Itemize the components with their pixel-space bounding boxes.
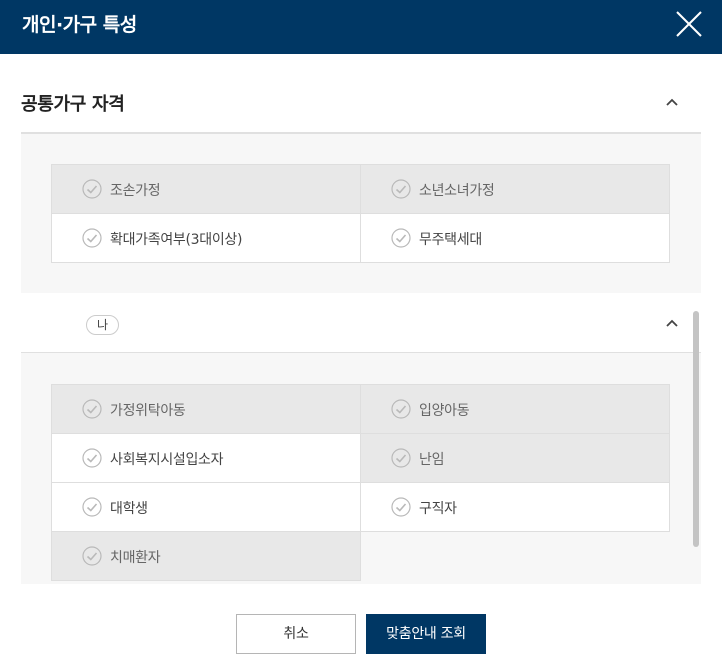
option-item: 치매환자 (52, 532, 361, 581)
option-label: 대학생 (110, 501, 148, 517)
option-item[interactable]: 사회복지시설입소자 (52, 434, 361, 483)
chevron-up-icon[interactable] (663, 93, 681, 111)
option-item: 소년소녀가정 (361, 165, 670, 214)
check-icon (82, 228, 102, 248)
check-icon (82, 546, 102, 566)
section-badge: 나 (86, 315, 120, 335)
option-label: 가정위탁아동 (110, 403, 186, 419)
option-item[interactable]: 구직자 (361, 483, 670, 532)
option-label: 난임 (419, 452, 445, 468)
option-grid: 가정위탁아동 입양아동 사회복지시설입소자 난임 대학생 구직자 치매환자 (51, 384, 670, 581)
option-item: 가정위탁아동 (52, 385, 361, 434)
check-icon (82, 497, 102, 517)
check-icon (391, 399, 411, 419)
search-button[interactable]: 맞춤안내 조회 (366, 614, 486, 654)
option-grid: 조손가정 소년소녀가정 확대가족여부(3대이상) 무주택세대 (51, 164, 670, 263)
section-header-common[interactable]: 공통가구 자격 (21, 54, 701, 132)
check-icon (391, 179, 411, 199)
option-item[interactable]: 대학생 (52, 483, 361, 532)
section-panel-common: 조손가정 소년소녀가정 확대가족여부(3대이상) 무주택세대 (21, 134, 701, 293)
section-header-na[interactable]: 나 (21, 293, 701, 352)
option-item: 난임 (361, 434, 670, 483)
check-icon (391, 497, 411, 517)
chevron-up-icon[interactable] (663, 314, 681, 332)
option-item: 입양아동 (361, 385, 670, 434)
option-label: 사회복지시설입소자 (110, 452, 224, 468)
option-label: 구직자 (419, 501, 457, 517)
cancel-button[interactable]: 취소 (236, 614, 356, 654)
dialog-title: 개인·가구 특성 (22, 14, 137, 36)
option-label: 조손가정 (110, 183, 161, 199)
dialog-header: 개인·가구 특성 (0, 0, 722, 54)
section-panel-na: 가정위탁아동 입양아동 사회복지시설입소자 난임 대학생 구직자 치매환자 (21, 353, 701, 584)
section-title: 공통가구 자격 (21, 94, 125, 115)
check-icon (391, 448, 411, 468)
check-icon (82, 448, 102, 468)
scrollbar-thumb[interactable] (693, 311, 699, 547)
option-label: 무주택세대 (419, 232, 482, 248)
option-item[interactable]: 확대가족여부(3대이상) (52, 214, 361, 263)
option-item: 조손가정 (52, 165, 361, 214)
option-label: 확대가족여부(3대이상) (110, 232, 243, 248)
option-label: 치매환자 (110, 550, 161, 566)
option-item[interactable]: 무주택세대 (361, 214, 670, 263)
check-icon (391, 228, 411, 248)
option-label: 입양아동 (419, 403, 470, 419)
check-icon (82, 179, 102, 199)
close-icon[interactable] (672, 7, 706, 41)
option-label: 소년소녀가정 (419, 183, 495, 199)
dialog-body: 공통가구 자격 조손가정 소년소녀가정 확대가족여부(3대이상) 무주택세대 나… (21, 54, 701, 584)
check-icon (82, 399, 102, 419)
